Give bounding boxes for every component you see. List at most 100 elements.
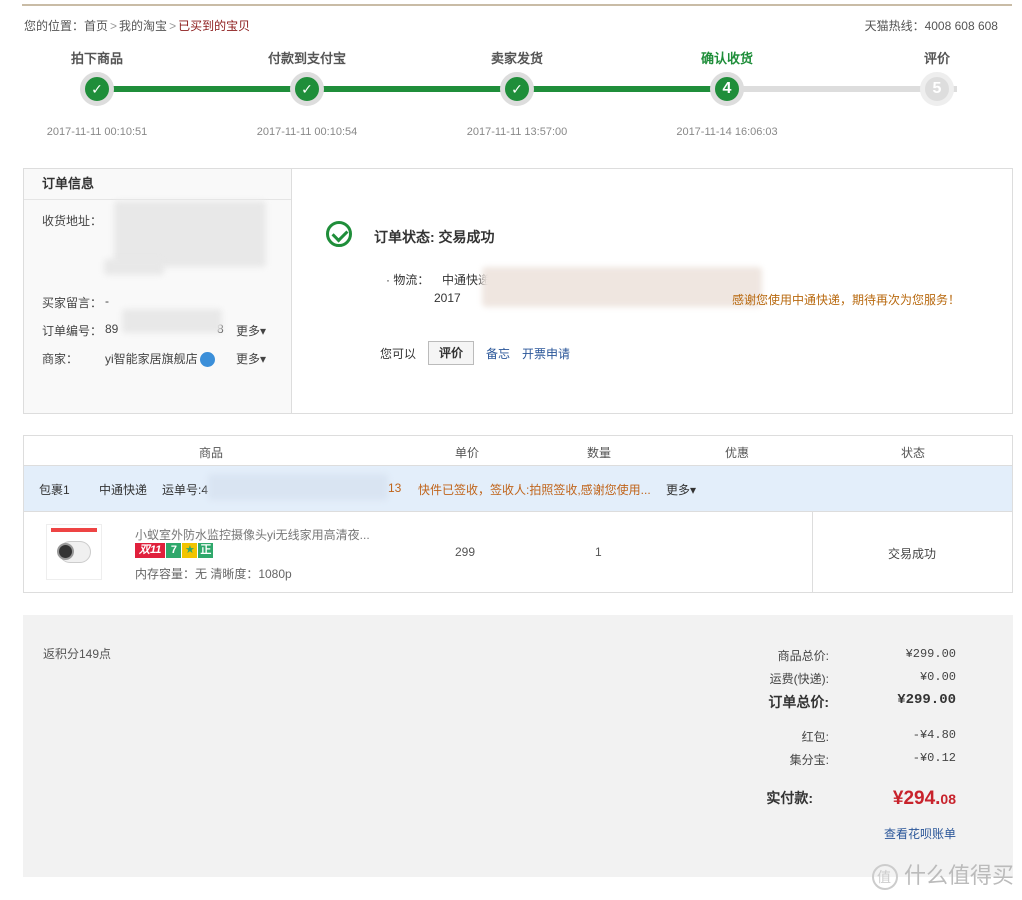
- points-reward: 返积分149点: [43, 647, 112, 661]
- summary-value: ¥299.00: [897, 692, 956, 708]
- package-more-link[interactable]: 更多▾: [666, 481, 696, 498]
- step-ship: 卖家发货 ✓ 2017-11-11 13:57:00: [437, 48, 597, 138]
- breadcrumb: 您的位置：首页 > 我的淘宝 > 已买到的宝贝: [24, 17, 250, 34]
- tracking-redacted: [208, 474, 388, 500]
- col-header-discount: 优惠: [725, 446, 750, 460]
- package-carrier: 中通快递: [99, 483, 148, 497]
- summary-label: 订单总价:: [768, 694, 829, 710]
- summary-label: 红包:: [801, 730, 829, 744]
- thumbnail-brand-strip: [51, 528, 97, 532]
- step-time: 2017-11-11 13:57:00: [466, 126, 568, 138]
- chevron-down-icon: ▾: [260, 352, 267, 366]
- step-check-icon: ✓: [500, 72, 534, 106]
- summary-value: -¥4.80: [912, 728, 956, 742]
- progress-track-filled: [97, 86, 727, 92]
- goods-item-row: 小蚁室外防水监控摄像头yi无线家用高清夜... 双11 7 ★ 正 内存容量：无 清晰…: [24, 512, 1012, 592]
- logistics-redacted: [482, 267, 762, 307]
- order-info-panel: 订单信息 收货地址： 买家留言： - 订单编号： 89 8 更多▾ 商家： yi…: [24, 169, 292, 413]
- paid-label: 实付款:: [766, 790, 813, 806]
- step-pay: 付款到支付宝 ✓ 2017-11-11 00:10:54: [227, 48, 387, 138]
- message-value: -: [105, 294, 109, 308]
- step-number-icon: 4: [710, 72, 744, 106]
- breadcrumb-mytaobao-link[interactable]: 我的淘宝: [119, 19, 167, 33]
- logistics-date: 2017: [434, 291, 461, 305]
- address-redacted: [114, 201, 266, 267]
- package-status-text: 快件已签收，签收人:拍照签收,感谢您使用...: [418, 483, 651, 497]
- address-row: 收货地址：: [42, 212, 102, 229]
- step-label: 确认收货: [700, 51, 753, 66]
- step-label: 付款到支付宝: [267, 51, 346, 66]
- seven-day-return-icon[interactable]: 7: [166, 543, 182, 558]
- message-row: 买家留言： -: [42, 294, 109, 311]
- step-time: 2017-11-14 16:06:03: [676, 126, 778, 138]
- product-title-link[interactable]: 小蚁室外防水监控摄像头yi无线家用高清夜...: [135, 526, 370, 543]
- step-number-icon: 5: [920, 72, 954, 106]
- payment-summary: 返积分149点 商品总价: ¥299.00 运费(快递): ¥0.00 订单总价…: [23, 615, 1013, 877]
- review-button[interactable]: 评价: [428, 341, 474, 365]
- invoice-request-link[interactable]: 开票申请: [522, 345, 570, 362]
- paid-amount: ¥294.08: [892, 788, 956, 809]
- merchant-row: 商家： yi智能家居旗舰店 更多▾: [42, 350, 266, 368]
- summary-label: 运费(快递):: [769, 672, 829, 686]
- package-name: 包裹1: [39, 483, 70, 497]
- top-divider: [22, 4, 1012, 6]
- breadcrumb-separator: >: [169, 19, 177, 33]
- bulb-guarantee-icon[interactable]: ★: [182, 543, 198, 558]
- col-header-goods: 商品: [199, 446, 224, 460]
- address-label: 收货地址：: [42, 214, 103, 228]
- message-label: 买家留言：: [42, 296, 103, 310]
- merchant-more-link[interactable]: 更多▾: [236, 350, 266, 367]
- package-row: 包裹1 中通快递 运单号:4 13 快件已签收，签收人:拍照签收,感谢您使用..…: [24, 466, 1012, 512]
- actions-label: 您可以: [380, 347, 417, 361]
- step-check-icon: ✓: [80, 72, 114, 106]
- item-status-cell: 交易成功: [812, 512, 1013, 592]
- order-number-more-link[interactable]: 更多▾: [236, 322, 266, 339]
- success-check-icon: [326, 221, 352, 247]
- order-info-heading: 订单信息: [24, 169, 291, 200]
- logistics-message: 感谢您使用中通快递，期待再次为您服务！: [732, 293, 961, 307]
- step-confirm-receipt: 确认收货 4 2017-11-14 16:06:03: [647, 48, 807, 138]
- order-number-label: 订单编号：: [42, 324, 103, 338]
- step-place-order: 拍下商品 ✓ 2017-11-11 00:10:51: [17, 48, 177, 138]
- breadcrumb-separator: >: [110, 19, 118, 33]
- order-progress: 拍下商品 ✓ 2017-11-11 00:10:51 付款到支付宝 ✓ 2017…: [24, 48, 999, 148]
- product-thumbnail[interactable]: [46, 524, 102, 580]
- order-number-row: 订单编号： 89 8 更多▾: [42, 322, 266, 339]
- breadcrumb-current-link[interactable]: 已买到的宝贝: [178, 19, 250, 33]
- goods-table: 商品 单价 数量 优惠 状态 包裹1 中通快递 运单号:4 13 快件已签收，签…: [23, 435, 1013, 593]
- order-info-box: 订单信息 收货地址： 买家留言： - 订单编号： 89 8 更多▾ 商家： yi…: [23, 168, 1013, 414]
- step-label: 评价: [923, 51, 950, 66]
- order-status-title: 订单状态: 交易成功: [374, 229, 495, 245]
- address-redacted: [104, 259, 164, 275]
- breadcrumb-home-link[interactable]: 首页: [84, 19, 108, 33]
- smzdm-logo-icon: [871, 864, 898, 891]
- summary-label: 集分宝:: [789, 753, 829, 767]
- summary-value: ¥0.00: [919, 670, 956, 684]
- step-label: 拍下商品: [70, 51, 123, 66]
- camera-lens: [57, 543, 74, 560]
- watermark: 什么值得买: [871, 858, 1014, 891]
- step-review: 评价 5: [857, 48, 1017, 106]
- huabei-bill-link[interactable]: 查看花呗账单: [884, 825, 956, 842]
- item-quantity: 1: [595, 545, 602, 559]
- double11-badge-icon[interactable]: 双11: [135, 543, 166, 558]
- summary-value: -¥0.12: [912, 751, 956, 765]
- item-price: 299: [455, 545, 476, 559]
- genuine-guarantee-icon[interactable]: 正: [198, 543, 214, 558]
- order-number-redacted: [122, 309, 222, 333]
- product-badges: 双11 7 ★ 正: [135, 543, 214, 558]
- step-label: 卖家发货: [490, 51, 543, 66]
- wangwang-chat-icon[interactable]: [199, 352, 215, 368]
- logistics-label: · 物流：: [386, 273, 430, 287]
- summary-value: ¥299.00: [905, 647, 956, 661]
- col-header-price: 单价: [455, 446, 480, 460]
- chevron-down-icon: ▾: [260, 324, 267, 338]
- hotline-text: 天猫热线：4008 608 608: [864, 19, 998, 33]
- product-attributes: 内存容量：无 清晰度：1080p: [135, 567, 292, 581]
- step-time: 2017-11-11 00:10:51: [46, 126, 148, 138]
- merchant-label: 商家：: [42, 352, 79, 366]
- col-header-qty: 数量: [587, 446, 612, 460]
- memo-link[interactable]: 备忘: [486, 345, 510, 362]
- merchant-name-link[interactable]: yi智能家居旗舰店: [105, 350, 215, 368]
- step-check-icon: ✓: [290, 72, 324, 106]
